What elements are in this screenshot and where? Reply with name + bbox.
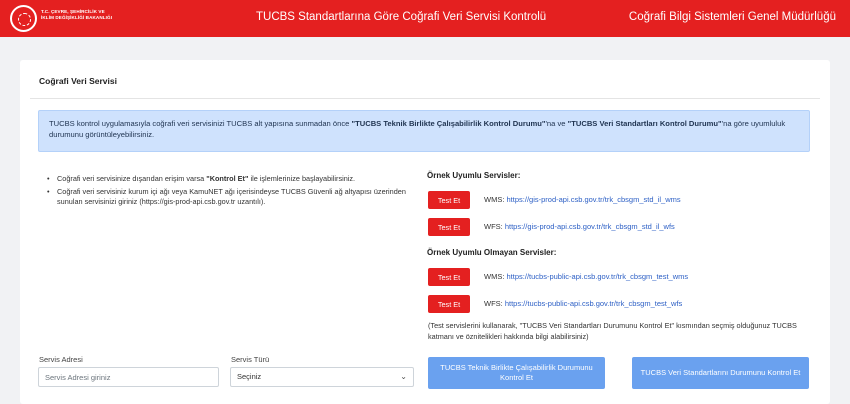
bullet-1-text-a: Coğrafi veri servisinize dışarıdan erişi… bbox=[57, 174, 207, 183]
list-item: Coğrafi veri servisiniz kurum içi ağı ve… bbox=[47, 187, 407, 208]
service-label: WFS: https://gis-prod-api.csb.gov.tr/trk… bbox=[484, 222, 675, 231]
tech-check-button[interactable]: TUCBS Teknik Birlikte Çalışabilirlik Dur… bbox=[428, 357, 605, 389]
org-name: Coğrafi Bilgi Sistemleri Genel Müdürlüğü bbox=[628, 11, 836, 23]
service-url: https://gis-prod-api.csb.gov.tr/trk_cbsg… bbox=[504, 222, 675, 231]
service-url: https://tucbs-public-api.csb.gov.tr/trk_… bbox=[504, 299, 683, 308]
bullet-1-bold: "Kontrol Et" bbox=[206, 174, 249, 183]
test-button[interactable]: Test Et bbox=[428, 218, 470, 236]
compliant-heading: Örnek Uyumlu Servisler: bbox=[427, 171, 521, 180]
top-bar: T.C. ÇEVRE, ŞEHİRCİLİK VE İKLİM DEĞİŞİKL… bbox=[0, 0, 850, 37]
noncompliant-row-wms: Test Et WMS: https://tucbs-public-api.cs… bbox=[428, 268, 808, 286]
service-address-input[interactable] bbox=[38, 367, 219, 387]
info-bold-2: "TUCBS Veri Standartları Kontrol Durumu" bbox=[567, 119, 722, 128]
service-type-select[interactable]: Seçiniz ⌄ bbox=[230, 367, 414, 387]
test-button[interactable]: Test Et bbox=[428, 268, 470, 286]
service-type: WMS: bbox=[484, 195, 505, 204]
chevron-down-icon: ⌄ bbox=[400, 372, 407, 381]
service-type: WMS: bbox=[484, 272, 505, 281]
info-bold-1: "TUCBS Teknik Birlikte Çalışabilirlik Ko… bbox=[351, 119, 546, 128]
service-type-label: Servis Türü bbox=[231, 355, 270, 364]
test-button[interactable]: Test Et bbox=[428, 191, 470, 209]
card-title: Coğrafi Veri Servisi bbox=[39, 76, 117, 86]
ministry-name: T.C. ÇEVRE, ŞEHİRCİLİK VE İKLİM DEĞİŞİKL… bbox=[41, 9, 121, 20]
info-text-1: TUCBS kontrol uygulamasıyla coğrafi veri… bbox=[49, 119, 352, 128]
bullet-2-text: Coğrafi veri servisiniz kurum içi ağı ve… bbox=[57, 186, 406, 207]
test-note: (Test servislerini kullanarak, "TUCBS Ve… bbox=[428, 321, 797, 341]
service-type: WFS: bbox=[484, 299, 503, 308]
instruction-list: Coğrafi veri servisinize dışarıdan erişi… bbox=[47, 174, 407, 210]
info-text-2: 'na ve bbox=[545, 119, 568, 128]
service-label: WMS: https://tucbs-public-api.csb.gov.tr… bbox=[484, 272, 688, 281]
test-button[interactable]: Test Et bbox=[428, 295, 470, 313]
compliant-row-wms: Test Et WMS: https://gis-prod-api.csb.go… bbox=[428, 191, 808, 209]
divider bbox=[30, 98, 820, 99]
service-url: https://gis-prod-api.csb.gov.tr/trk_cbsg… bbox=[506, 195, 681, 204]
compliant-row-wfs: Test Et WFS: https://gis-prod-api.csb.go… bbox=[428, 218, 808, 236]
noncompliant-row-wfs: Test Et WFS: https://tucbs-public-api.cs… bbox=[428, 295, 808, 313]
service-type: WFS: bbox=[484, 222, 503, 231]
ministry-line-2: İKLİM DEĞİŞİKLİĞİ BAKANLIĞI bbox=[41, 14, 113, 20]
service-url: https://tucbs-public-api.csb.gov.tr/trk_… bbox=[506, 272, 689, 281]
noncompliant-heading: Örnek Uyumlu Olmayan Servisler: bbox=[427, 248, 557, 257]
app-title: TUCBS Standartlarına Göre Coğrafi Veri S… bbox=[256, 11, 547, 23]
info-alert: TUCBS kontrol uygulamasıyla coğrafi veri… bbox=[38, 110, 810, 152]
data-check-button[interactable]: TUCBS Veri Standartlarını Durumunu Kontr… bbox=[632, 357, 809, 389]
ministry-logo-icon bbox=[10, 5, 37, 32]
service-card: Coğrafi Veri Servisi TUCBS kontrol uygul… bbox=[20, 60, 830, 404]
service-label: WFS: https://tucbs-public-api.csb.gov.tr… bbox=[484, 299, 682, 308]
service-label: WMS: https://gis-prod-api.csb.gov.tr/trk… bbox=[484, 195, 681, 204]
service-address-label: Servis Adresi bbox=[39, 355, 83, 364]
service-type-value: Seçiniz bbox=[237, 372, 262, 381]
list-item: Coğrafi veri servisinize dışarıdan erişi… bbox=[47, 174, 407, 185]
bullet-1-text-b: ile işlemlerinize başlayabilirsiniz. bbox=[248, 174, 356, 183]
